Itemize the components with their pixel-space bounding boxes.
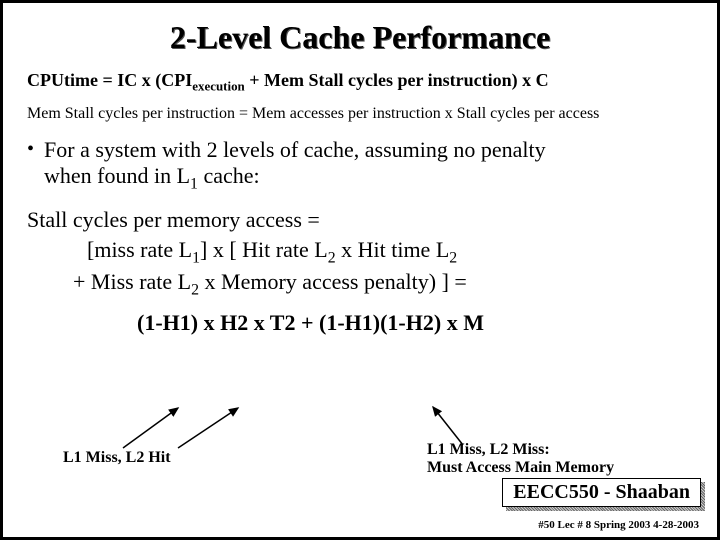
ann-right-2: Must Access Main Memory	[427, 459, 614, 476]
bullet-line-c: cache:	[198, 163, 260, 188]
bullet-line-b: when found in L	[44, 163, 190, 188]
annotation-left: L1 Miss, L2 Hit	[63, 449, 171, 467]
final-equation: (1-H1) x H2 x T2 + (1-H1)(1-H2) x M	[137, 310, 693, 336]
ann-right-1: L1 Miss, L2 Miss:	[427, 441, 550, 458]
cputime-equation: CPUtime = IC x (CPIexecution + Mem Stall…	[27, 70, 693, 95]
bullet-sub: 1	[190, 175, 198, 192]
sl1-b: ] x [ Hit rate L	[200, 237, 328, 262]
memstall-equation: Mem Stall cycles per instruction = Mem a…	[27, 105, 693, 123]
page-title: 2-Level Cache Performance	[27, 19, 693, 56]
sl2-s1: 2	[191, 282, 199, 299]
bullet-item: • For a system with 2 levels of cache, a…	[27, 137, 693, 193]
slide: 2-Level Cache Performance CPUtime = IC x…	[0, 0, 720, 540]
sl1-a: [miss rate L	[87, 237, 192, 262]
stall-heading: Stall cycles per memory access =	[27, 207, 693, 233]
bullet-dot: •	[27, 137, 34, 193]
cpu-eq-b: + Mem Stall cycles per instruction) x C	[245, 70, 549, 90]
sl1-s1: 1	[192, 249, 200, 266]
footer-label: EECC550 - Shaaban	[502, 478, 701, 507]
sl2-b: x Memory access penalty) ] =	[199, 269, 467, 294]
sl1-c: x Hit time L	[336, 237, 450, 262]
slide-number-footer: #50 Lec # 8 Spring 2003 4-28-2003	[538, 519, 699, 531]
bullet-text: For a system with 2 levels of cache, ass…	[44, 137, 546, 193]
stall-line-1: [miss rate L1] x [ Hit rate L2 x Hit tim…	[87, 237, 693, 267]
bullet-line-a: For a system with 2 levels of cache, ass…	[44, 137, 546, 162]
sl2-a: + Miss rate L	[73, 269, 191, 294]
stall-line-2: + Miss rate L2 x Memory access penalty) …	[73, 269, 693, 299]
footer-box: EECC550 - Shaaban	[502, 478, 701, 507]
cpu-eq-sub: execution	[192, 79, 245, 94]
sl1-s2: 2	[328, 249, 336, 266]
cpu-eq-a: CPUtime = IC x (CPI	[27, 70, 192, 90]
sl1-s3: 2	[449, 249, 457, 266]
annotation-right: L1 Miss, L2 Miss: Must Access Main Memor…	[427, 441, 614, 476]
